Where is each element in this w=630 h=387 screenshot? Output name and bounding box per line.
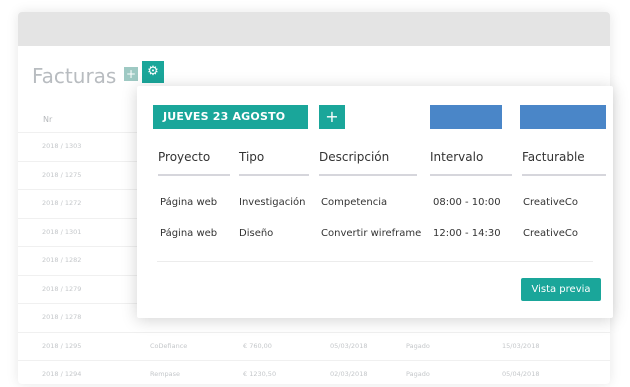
column-header-intervalo: Intervalo [430, 150, 512, 176]
add-entry-button[interactable]: + [319, 105, 345, 129]
divider [157, 261, 593, 262]
table-row[interactable]: 2018 / 1294 Rempase € 1230,50 02/03/2018… [18, 360, 610, 384]
column-header-descripcion: Descripción [319, 150, 417, 176]
entry-proyecto: Página web [160, 197, 218, 208]
add-invoice-button[interactable]: + [124, 67, 138, 81]
column-header-facturable: Facturable [522, 150, 606, 176]
entry-intervalo: 12:00 - 14:30 [433, 228, 501, 239]
entry-descripcion: Competencia [321, 197, 388, 208]
entry-descripcion: Convertir wireframe [321, 228, 422, 239]
preview-button[interactable]: Vista previa [521, 278, 601, 301]
settings-icon[interactable]: ⚙ [142, 61, 164, 83]
date-selector-button[interactable]: JUEVES 23 AGOSTO [153, 105, 308, 129]
entry-tipo: Investigación [239, 197, 306, 208]
blue-action-button-1[interactable] [430, 105, 502, 129]
column-header-proyecto: Proyecto [158, 150, 230, 176]
blue-action-button-2[interactable] [520, 105, 606, 129]
entry-tipo: Diseño [239, 228, 274, 239]
time-entries-modal: JUEVES 23 AGOSTO + Proyecto Tipo Descrip… [137, 86, 613, 318]
entry-facturable: CreativeCo [523, 197, 579, 208]
invoices-title: Facturas [32, 64, 117, 88]
entry-facturable: CreativeCo [523, 228, 579, 239]
table-row[interactable]: 2018 / 1295 CoDefiance € 760,00 05/03/20… [18, 331, 610, 361]
column-header-tipo: Tipo [239, 150, 309, 176]
entry-proyecto: Página web [160, 228, 218, 239]
background-topbar [18, 12, 610, 46]
entry-intervalo: 08:00 - 10:00 [433, 197, 501, 208]
column-header-nr: Nr [43, 115, 53, 124]
